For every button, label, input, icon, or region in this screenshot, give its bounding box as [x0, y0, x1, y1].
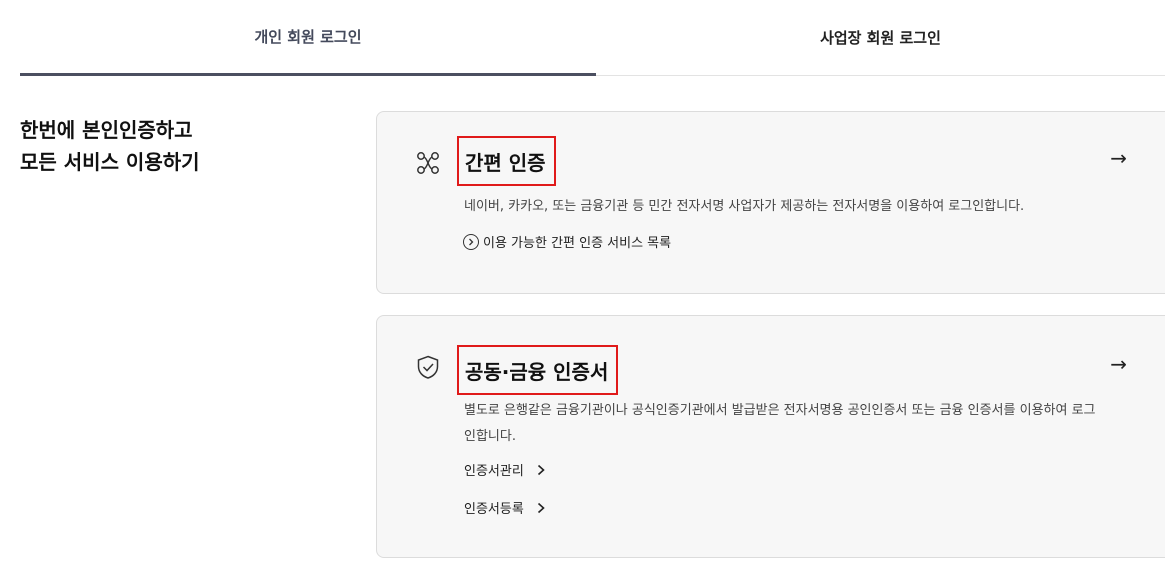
simple-auth-description: 네이버, 카카오, 또는 금융기관 등 민간 전자서명 사업자가 제공하는 전자…: [464, 199, 1025, 214]
certificate-auth-description: 별도로 은행같은 금융기관이나 공식인증기관에서 발급받은 전자서명용 공인인증…: [464, 403, 1096, 444]
shield-check-icon: [415, 354, 441, 380]
chevron-right-icon: [536, 464, 546, 476]
certificate-auth-title-highlight: 공동·금융 인증서: [457, 345, 619, 395]
certificate-register-label: 인증서등록: [464, 502, 524, 517]
circle-chevron-right-icon: [463, 233, 479, 250]
arrow-right-icon[interactable]: →: [1110, 146, 1127, 170]
simple-auth-card[interactable]: 간편 인증 → 네이버, 카카오, 또는 금융기관 등 민간 전자서명 사업자가…: [376, 111, 1165, 294]
simple-auth-service-list-link[interactable]: 이용 가능한 간편 인증 서비스 목록: [463, 232, 671, 251]
headline-line-1: 한번에 본인인증하고: [20, 118, 193, 142]
certificate-register-link[interactable]: 인증서등록: [464, 498, 546, 517]
certificate-manage-label: 인증서관리: [464, 464, 524, 479]
page-headline: 한번에 본인인증하고 모든 서비스 이용하기: [20, 114, 200, 178]
certificate-auth-title: 공동·금융 인증서: [465, 359, 609, 384]
login-tabs: 개인 회원 로그인 사업장 회원 로그인: [20, 0, 1165, 76]
simple-auth-title: 간편 인증: [465, 150, 546, 175]
tab-business-login[interactable]: 사업장 회원 로그인: [596, 0, 1165, 75]
certificate-manage-link[interactable]: 인증서관리: [464, 460, 546, 479]
chevron-right-icon: [536, 502, 546, 514]
link-nodes-icon: [415, 150, 441, 176]
arrow-right-icon[interactable]: →: [1110, 352, 1127, 376]
service-list-label: 이용 가능한 간편 인증 서비스 목록: [483, 236, 672, 251]
tab-personal-login[interactable]: 개인 회원 로그인: [20, 0, 596, 76]
certificate-auth-card[interactable]: 공동·금융 인증서 → 별도로 은행같은 금융기관이나 공식인증기관에서 발급받…: [376, 315, 1165, 558]
headline-line-2: 모든 서비스 이용하기: [20, 150, 200, 174]
simple-auth-title-highlight: 간편 인증: [457, 136, 556, 186]
